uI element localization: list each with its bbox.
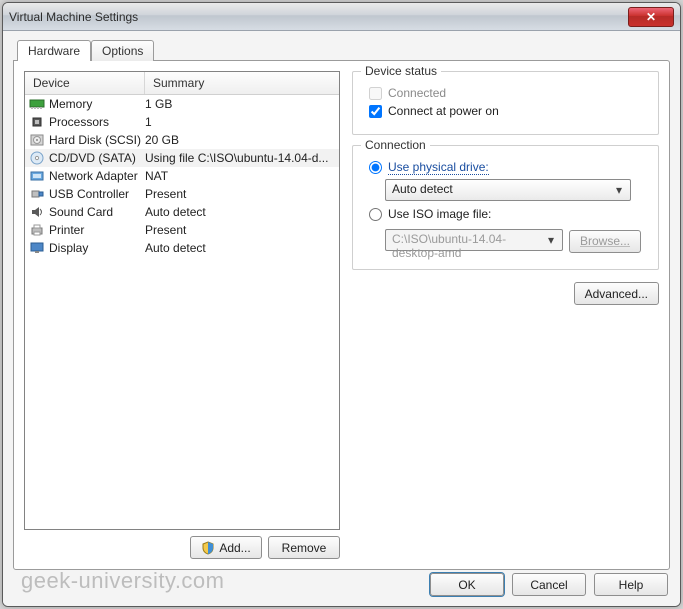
- remove-button[interactable]: Remove: [268, 536, 340, 559]
- device-row-memory[interactable]: Memory1 GB: [25, 95, 339, 113]
- iso-path-value: C:\ISO\ubuntu-14.04-desktop-amd: [392, 232, 506, 260]
- device-name: Sound Card: [49, 205, 145, 219]
- device-summary: NAT: [145, 169, 335, 183]
- dialog-footer: OK Cancel Help: [430, 573, 668, 596]
- client-area: Hardware Options Device Summary Memory1 …: [3, 31, 680, 606]
- device-name: USB Controller: [49, 187, 145, 201]
- settings-window: Virtual Machine Settings ✕ Hardware Opti…: [2, 2, 681, 607]
- connect-poweron-checkbox[interactable]: Connect at power on: [369, 104, 648, 118]
- device-status-group: Device status Connected Connect at power…: [352, 71, 659, 135]
- help-label: Help: [619, 578, 644, 592]
- sound-icon: [29, 205, 45, 219]
- shield-icon: [201, 541, 215, 555]
- net-icon: [29, 169, 45, 183]
- browse-button: Browse...: [569, 230, 641, 253]
- device-list-header: Device Summary: [25, 72, 339, 95]
- iso-label: Use ISO image file:: [388, 207, 491, 221]
- chevron-down-icon: ▾: [544, 233, 558, 247]
- device-summary: Auto detect: [145, 241, 335, 255]
- chevron-down-icon: ▾: [612, 183, 626, 197]
- physical-drive-label[interactable]: Use physical drive:: [388, 160, 489, 175]
- device-row-usb[interactable]: USB ControllerPresent: [25, 185, 339, 203]
- device-summary: 1: [145, 115, 335, 129]
- device-row-display[interactable]: DisplayAuto detect: [25, 239, 339, 257]
- add-button[interactable]: Add...: [190, 536, 262, 559]
- connected-input: [369, 87, 382, 100]
- device-row-cd[interactable]: CD/DVD (SATA)Using file C:\ISO\ubuntu-14…: [25, 149, 339, 167]
- device-summary: Using file C:\ISO\ubuntu-14.04-d...: [145, 151, 335, 165]
- iso-radio[interactable]: Use ISO image file:: [369, 207, 648, 221]
- ok-label: OK: [458, 578, 475, 592]
- iso-path-combo: C:\ISO\ubuntu-14.04-desktop-amd ▾: [385, 229, 563, 251]
- tab-panel-hardware: Device Summary Memory1 GBProcessors1Hard…: [13, 60, 670, 570]
- connect-poweron-label: Connect at power on: [388, 104, 499, 118]
- device-name: Printer: [49, 223, 145, 237]
- device-summary: Present: [145, 187, 335, 201]
- device-summary: 20 GB: [145, 133, 335, 147]
- tabstrip: Hardware Options Device Summary Memory1 …: [13, 39, 670, 570]
- advanced-button[interactable]: Advanced...: [574, 282, 659, 305]
- device-name: Network Adapter: [49, 169, 145, 183]
- titlebar: Virtual Machine Settings ✕: [3, 3, 680, 31]
- cd-icon: [29, 151, 45, 165]
- physical-drive-value: Auto detect: [392, 182, 453, 196]
- device-name: Display: [49, 241, 145, 255]
- display-icon: [29, 241, 45, 255]
- connect-poweron-input[interactable]: [369, 105, 382, 118]
- device-summary: Auto detect: [145, 205, 335, 219]
- usb-icon: [29, 187, 45, 201]
- disk-icon: [29, 133, 45, 147]
- close-button[interactable]: ✕: [628, 7, 674, 27]
- iso-input[interactable]: [369, 208, 382, 221]
- tab-hardware[interactable]: Hardware: [17, 40, 91, 61]
- advanced-label: Advanced...: [585, 287, 648, 301]
- printer-icon: [29, 223, 45, 237]
- device-row-sound[interactable]: Sound CardAuto detect: [25, 203, 339, 221]
- close-icon: ✕: [646, 10, 656, 24]
- header-device[interactable]: Device: [25, 72, 145, 94]
- device-row-disk[interactable]: Hard Disk (SCSI)20 GB: [25, 131, 339, 149]
- device-row-cpu[interactable]: Processors1: [25, 113, 339, 131]
- device-row-printer[interactable]: PrinterPresent: [25, 221, 339, 239]
- detail-column: Device status Connected Connect at power…: [352, 71, 659, 559]
- cpu-icon: [29, 115, 45, 129]
- ok-button[interactable]: OK: [430, 573, 504, 596]
- device-column: Device Summary Memory1 GBProcessors1Hard…: [24, 71, 340, 559]
- add-label: Add...: [219, 541, 250, 555]
- device-name: CD/DVD (SATA): [49, 151, 145, 165]
- device-name: Memory: [49, 97, 145, 111]
- connection-legend: Connection: [361, 138, 430, 152]
- connection-group: Connection Use physical drive: Auto dete…: [352, 145, 659, 270]
- window-title: Virtual Machine Settings: [9, 10, 138, 24]
- device-name: Hard Disk (SCSI): [49, 133, 145, 147]
- browse-label: Browse...: [580, 234, 630, 248]
- physical-drive-input[interactable]: [369, 161, 382, 174]
- help-button[interactable]: Help: [594, 573, 668, 596]
- header-summary[interactable]: Summary: [145, 72, 339, 94]
- watermark: geek-university.com: [21, 568, 225, 594]
- physical-drive-radio[interactable]: Use physical drive:: [369, 160, 648, 175]
- physical-drive-combo[interactable]: Auto detect ▾: [385, 179, 631, 201]
- cancel-button[interactable]: Cancel: [512, 573, 586, 596]
- device-summary: 1 GB: [145, 97, 335, 111]
- device-list: Device Summary Memory1 GBProcessors1Hard…: [24, 71, 340, 530]
- tab-options[interactable]: Options: [91, 40, 154, 61]
- memory-icon: [29, 97, 45, 111]
- device-name: Processors: [49, 115, 145, 129]
- device-summary: Present: [145, 223, 335, 237]
- remove-label: Remove: [282, 541, 327, 555]
- connected-label: Connected: [388, 86, 446, 100]
- connected-checkbox: Connected: [369, 86, 648, 100]
- device-row-net[interactable]: Network AdapterNAT: [25, 167, 339, 185]
- device-status-legend: Device status: [361, 64, 441, 78]
- cancel-label: Cancel: [530, 578, 567, 592]
